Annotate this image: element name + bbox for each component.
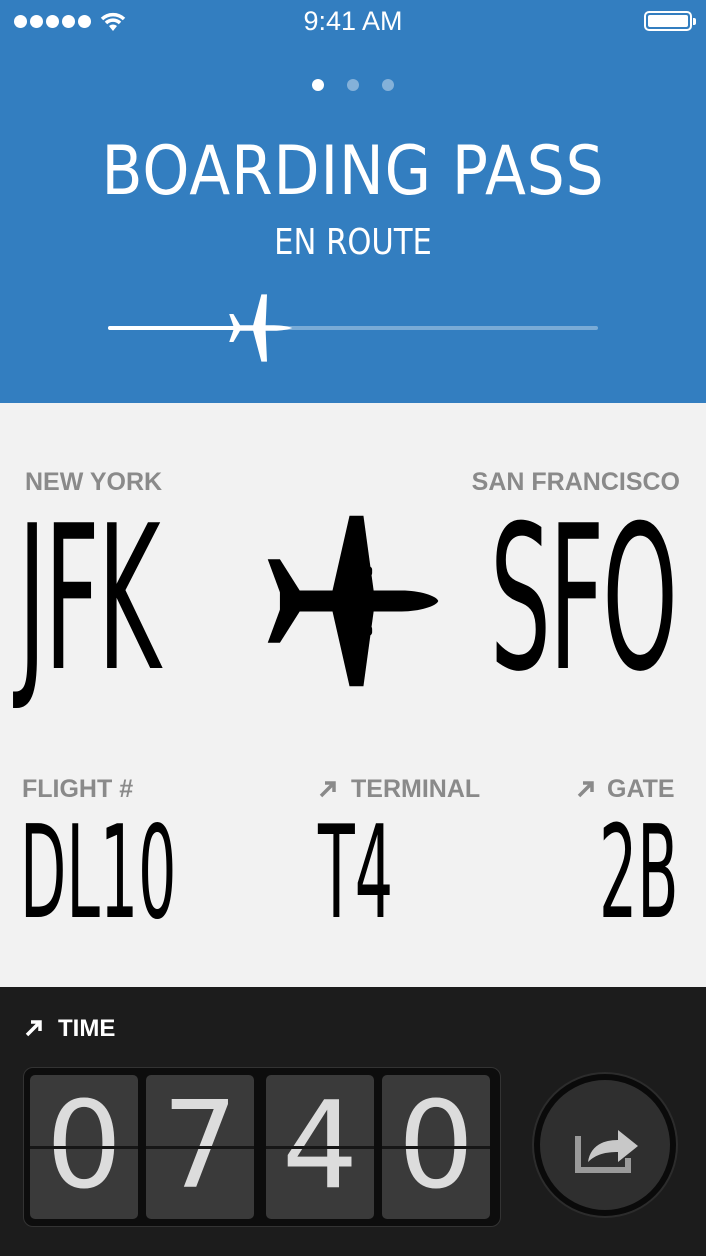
flight-status: EN ROUTE bbox=[274, 222, 432, 263]
arrow-up-right-icon bbox=[25, 1020, 42, 1037]
flip-digit: 4 bbox=[266, 1075, 374, 1219]
destination-code: SFO bbox=[490, 483, 678, 716]
airplane-progress-icon bbox=[228, 294, 292, 362]
terminal-value: T4 bbox=[318, 799, 394, 948]
arrow-up-right-icon bbox=[319, 781, 336, 798]
share-icon bbox=[575, 1130, 638, 1173]
status-time: 9:41 AM bbox=[303, 6, 403, 36]
airplane-icon bbox=[267, 515, 439, 687]
flip-digit: 0 bbox=[30, 1075, 138, 1219]
page-dot[interactable] bbox=[347, 79, 359, 91]
flip-digit: 7 bbox=[146, 1075, 254, 1219]
page-dot[interactable] bbox=[382, 79, 394, 91]
flight-number: DL10 bbox=[20, 799, 177, 948]
page-title: BOARDING PASS bbox=[101, 132, 605, 211]
page-dot[interactable] bbox=[312, 79, 324, 91]
flip-clock: 0 7 4 0 bbox=[23, 1067, 501, 1227]
share-button[interactable] bbox=[532, 1072, 678, 1218]
arrow-up-right-icon bbox=[577, 781, 594, 798]
origin-code: JFK bbox=[18, 483, 161, 716]
status-bar: 9:41 AM bbox=[0, 0, 706, 44]
gate-value: 2B bbox=[599, 799, 679, 948]
flip-digit: 0 bbox=[382, 1075, 490, 1219]
time-label: TIME bbox=[58, 1015, 116, 1042]
battery-icon bbox=[644, 11, 696, 31]
